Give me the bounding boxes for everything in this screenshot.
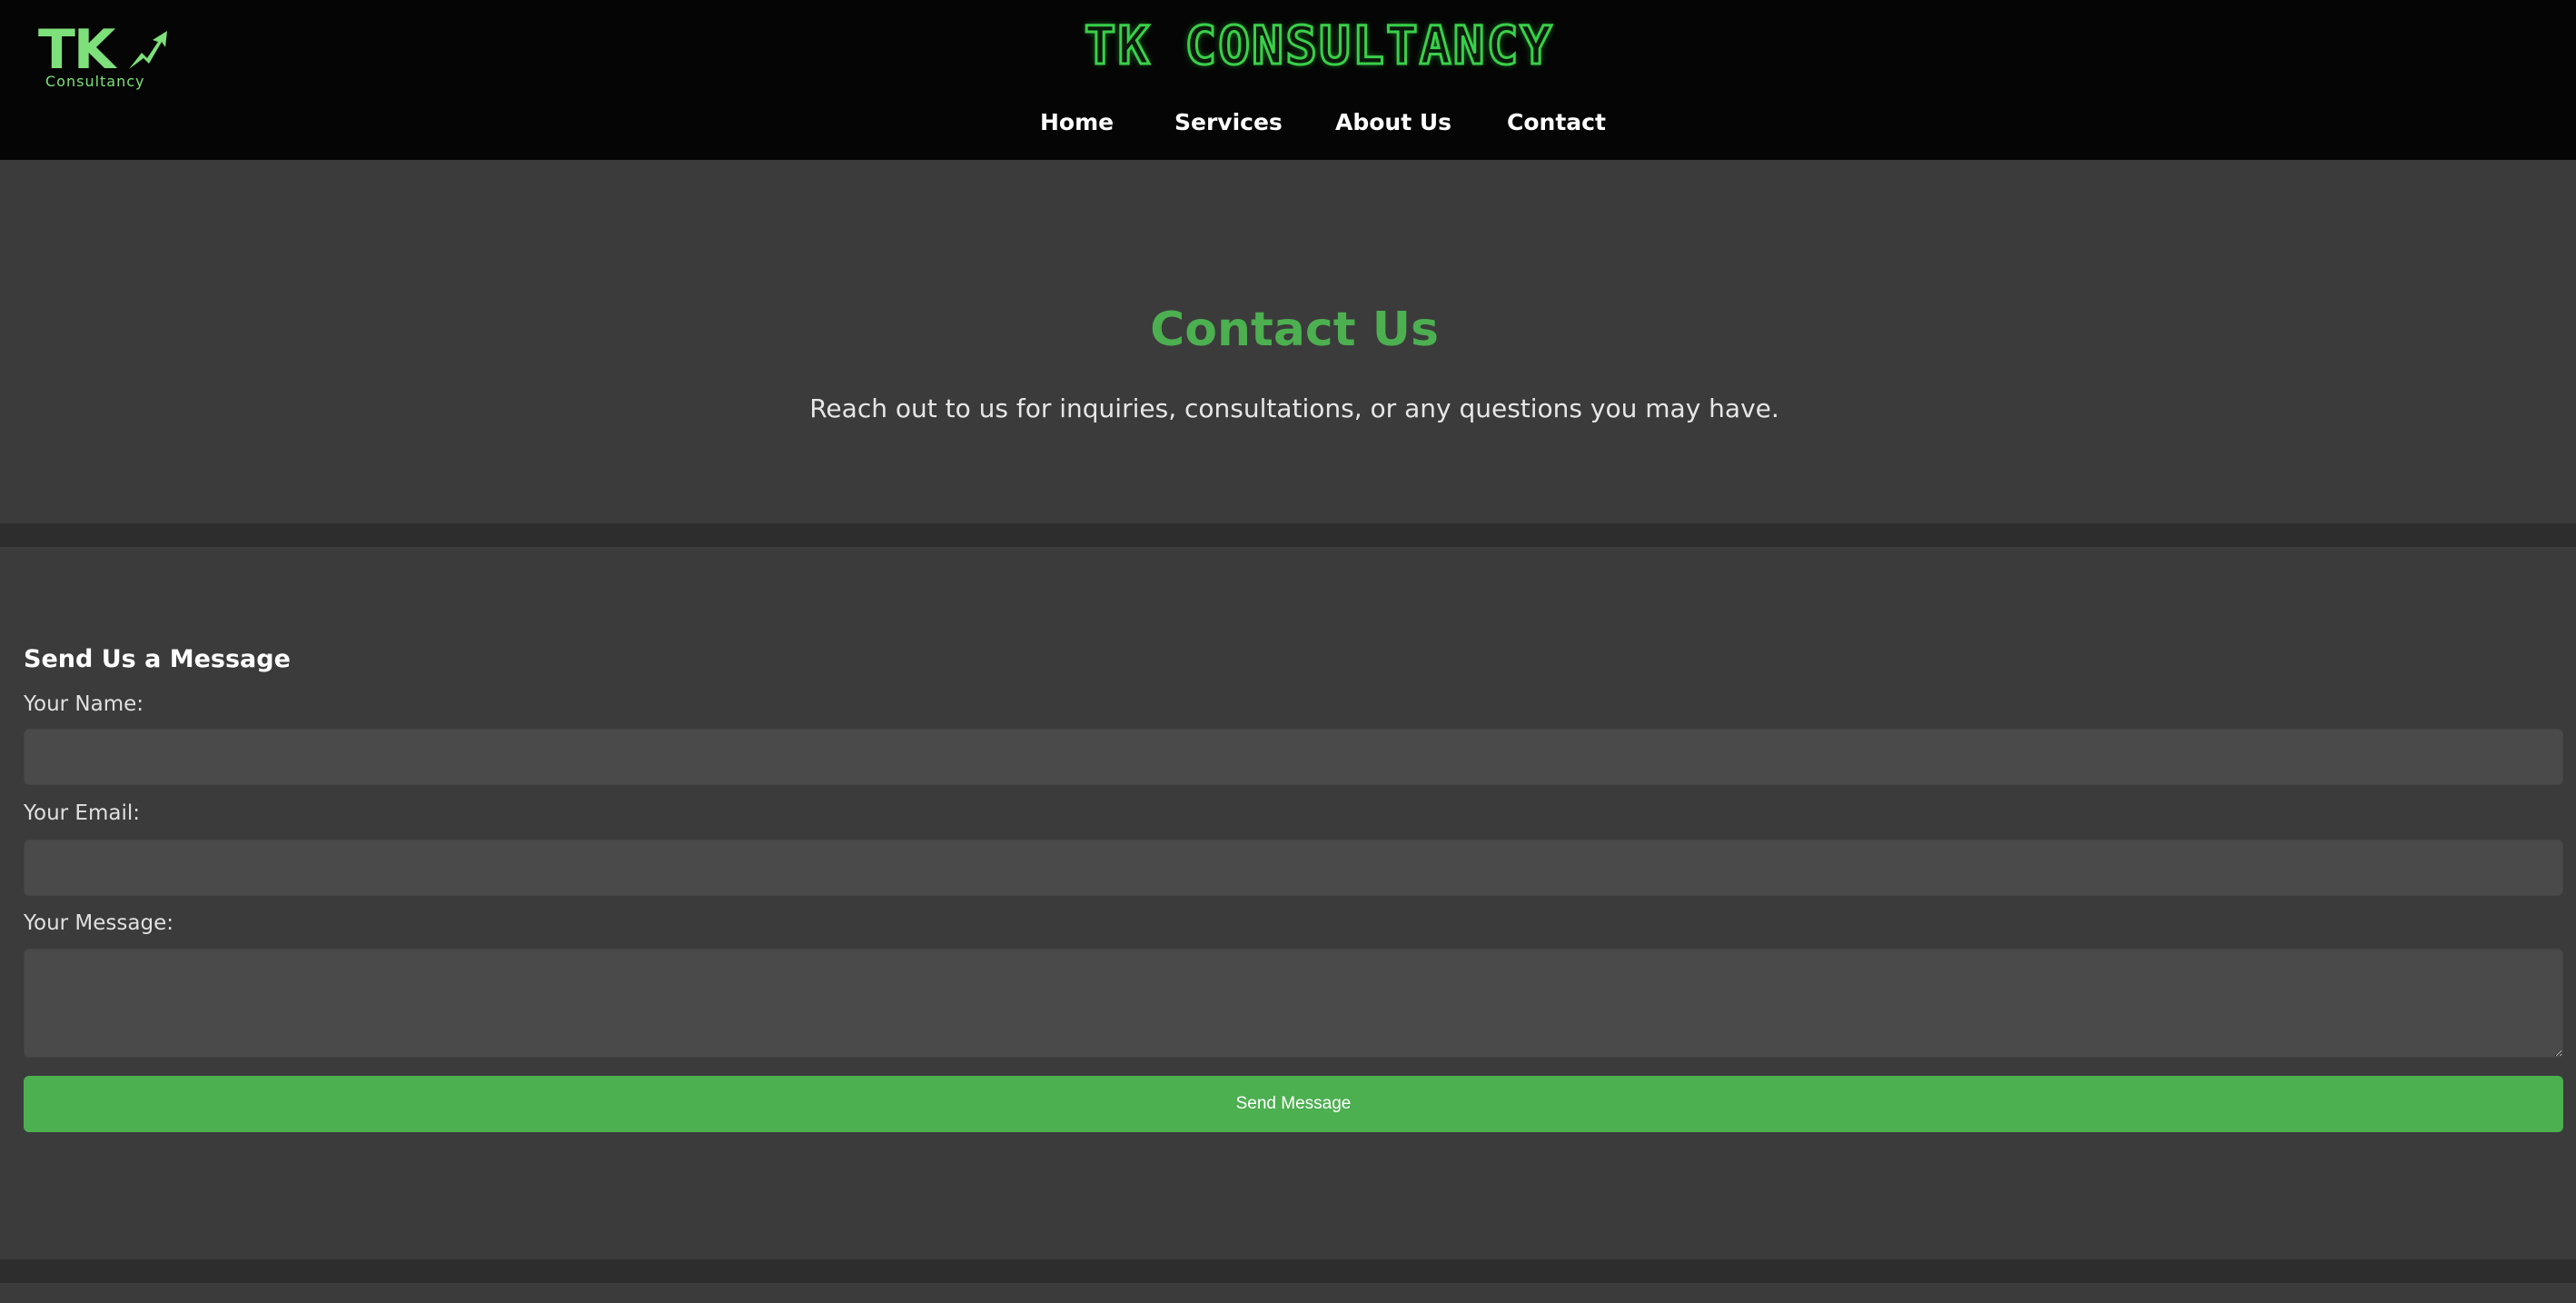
hero-section: Contact Us Reach out to us for inquiries… [0,160,2576,523]
hero-subtitle: Reach out to us for inquiries, consultat… [809,393,1779,423]
nav-item-contact[interactable]: Contact [1507,102,1606,144]
name-input[interactable] [24,729,2563,785]
email-label: Your Email: [24,801,140,825]
nav-item-services[interactable]: Services [1174,102,1283,144]
send-message-button[interactable]: Send Message [24,1076,2563,1132]
main-nav: Home Services About Us Contact [0,102,2576,144]
nav-item-home[interactable]: Home [1040,102,1114,144]
email-input[interactable] [24,840,2563,896]
message-textarea[interactable] [24,949,2563,1058]
page-title: Contact Us [1150,303,1439,357]
brand-title: TK CONSULTANCY [1083,14,1554,78]
site-header: TK Consultancy TK CONSULTANCY Home Servi… [0,0,2576,160]
form-heading: Send Us a Message [24,645,291,673]
next-section-edge [0,1283,2576,1303]
nav-item-about-us[interactable]: About Us [1335,102,1451,144]
name-label: Your Name: [24,692,144,716]
contact-form-section: Send Us a Message Your Name: Your Email:… [0,547,2576,1259]
message-label: Your Message: [24,911,173,935]
